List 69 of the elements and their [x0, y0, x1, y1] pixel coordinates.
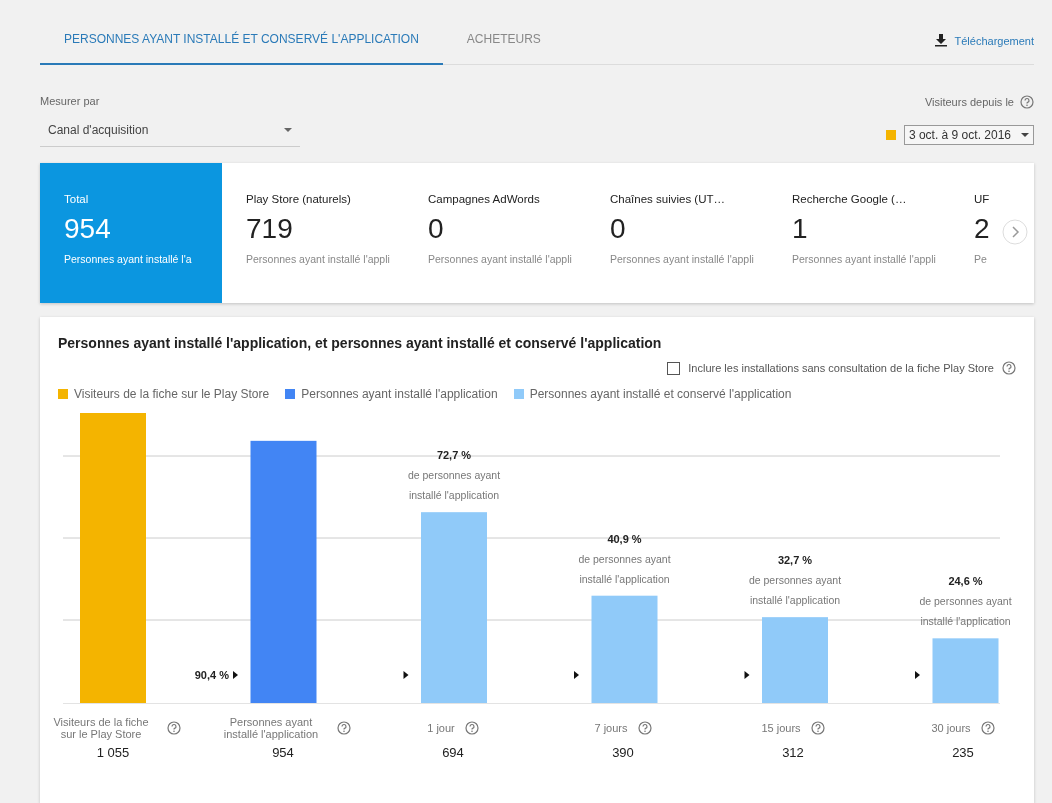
help-icon [167, 721, 181, 735]
help-icon [1002, 361, 1016, 375]
download-icon [934, 34, 947, 47]
step-label: 1 jour [427, 722, 455, 734]
field-label: Visiteurs depuis le [924, 96, 1014, 108]
step-value: 390 [612, 745, 634, 760]
help-icon [464, 721, 479, 735]
retention-rate: 24,6 % [948, 575, 983, 588]
legend-label: Visiteurs de la fiche sur le Play Store [74, 387, 270, 401]
tab[interactable]: ACHETEURS [442, 32, 565, 65]
retention-caption: de personnes ayant installé l'application [578, 552, 671, 585]
channel-title: Total [64, 193, 89, 205]
conversion-rate: 90,4 % [194, 669, 229, 681]
field-label: Mesurer par [40, 95, 101, 107]
step-value: 694 [442, 745, 464, 760]
retention-caption: de personnes ayant installé l'application [407, 469, 501, 502]
legend-label: Personnes ayant installé et conservé l'application [529, 387, 792, 401]
retention-caption: de personnes ayant installé l'application [919, 595, 1012, 628]
total-tile[interactable]: Total 954 Personnes ayant installé l'a [40, 163, 222, 303]
channel-value: 719 [246, 213, 293, 245]
step-value: 954 [272, 745, 294, 760]
channel-description: Pe [974, 253, 987, 265]
channel-description: Personnes ayant installé l'appli [428, 253, 572, 265]
arrow-icon [233, 671, 238, 679]
step-label: 15 jours [761, 722, 801, 734]
download-link[interactable]: Téléchargement [934, 34, 1034, 64]
help-icon [810, 721, 825, 735]
channel-description: Personnes ayant installé l'appli [610, 253, 754, 265]
step-label: 30 jours [931, 722, 971, 734]
help-icon [1020, 95, 1034, 109]
retention-rate: 40,9 % [607, 532, 642, 545]
channel-value: 0 [428, 213, 444, 245]
retention-rate: 32,7 % [777, 554, 813, 567]
acquisition-dropdown[interactable]: Canal d'acquisition [40, 123, 300, 147]
retention-caption: de personnes ayant installé l'application [748, 574, 842, 607]
arrow-icon [744, 671, 750, 679]
step-label: Personnes ayant installé l'application [222, 716, 320, 740]
channel-title: Play Store (naturels) [246, 193, 351, 205]
caret-icon [1021, 133, 1029, 137]
channel-value: 1 [792, 213, 808, 245]
channel-value: 2 [974, 213, 990, 245]
step-value: 312 [782, 745, 804, 760]
caret-icon [284, 128, 292, 132]
help-icon [337, 721, 351, 735]
retention-rate: 72,7 % [436, 449, 472, 462]
channel-description: Personnes ayant installé l'a [64, 253, 192, 265]
channel-title: Campagnes AdWords [428, 193, 540, 205]
arrow-icon [915, 671, 920, 679]
legend-label: Personnes ayant installé l'application [301, 387, 498, 401]
channel-value: 0 [610, 213, 626, 245]
channel-description: Personnes ayant installé l'appli [792, 253, 936, 265]
channel-title: Chaînes suivies (UT… [610, 193, 726, 205]
step-value: 1 055 [96, 745, 130, 760]
channel-description: Personnes ayant installé l'appli [246, 253, 390, 265]
arrow-icon [574, 671, 579, 679]
help-icon [980, 721, 995, 735]
arrow-icon [403, 671, 409, 679]
step-label: 7 jours [594, 722, 628, 734]
help-icon [637, 721, 652, 735]
tab[interactable]: PERSONNES AYANT INSTALLÉ ET CONSERVÉ L'APPLICATION [40, 32, 443, 65]
channel-value: 954 [64, 213, 111, 245]
channel-title: UF [974, 193, 990, 205]
step-value: 235 [952, 745, 974, 760]
channel-title: Recherche Google (… [792, 193, 907, 205]
chart-title: Personnes ayant installé l'application, et personnes ayant installé et conservé l'application [58, 335, 663, 351]
checkbox[interactable] [667, 361, 681, 375]
checkbox-label: Inclure les installations sans consultation de la fiche Play Store [688, 362, 994, 374]
step-label: Visiteurs de la fiche sur le Play Store [52, 716, 150, 740]
date-range-select[interactable]: 3 oct. à 9 oct. 2016 [903, 125, 1034, 145]
